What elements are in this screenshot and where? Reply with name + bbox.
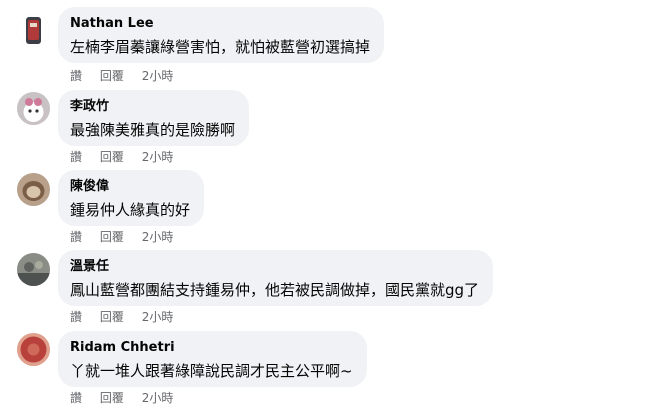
comment-actions: 讚 回覆 2小時 [70,69,173,83]
comment-timestamp[interactable]: 2小時 [142,310,174,324]
comment-actions: 讚 回覆 2小時 [70,230,173,244]
comment-text: 左楠李眉蓁讓綠營害怕，就怕被藍營初選搞掉 [70,38,371,56]
avatar[interactable] [17,92,50,125]
like-button[interactable]: 讚 [70,230,82,244]
comment-bubble: 李政竹 最強陳美雅真的是險勝啊 [58,90,250,146]
like-button[interactable]: 讚 [70,69,82,83]
comment-author[interactable]: 陳俊偉 [70,178,190,195]
comment-timestamp[interactable]: 2小時 [142,230,174,244]
profile-photo-icon [17,253,50,286]
comment-text: 丫就一堆人跟著綠障說民調才民主公平啊~ [70,362,353,380]
like-button[interactable]: 讚 [70,391,82,405]
like-button[interactable]: 讚 [70,150,82,164]
comment-timestamp[interactable]: 2小時 [142,69,174,83]
comment-timestamp[interactable]: 2小時 [142,391,174,405]
comment-actions: 讚 回覆 2小時 [70,391,173,405]
comment-text: 鳳山藍營都團結支持鍾易仲，他若被民調做掉，國民黨就gg了 [70,281,480,299]
comment-actions: 讚 回覆 2小時 [70,310,173,324]
reply-button[interactable]: 回覆 [100,230,124,244]
comment-bubble: Ridam Chhetri 丫就一堆人跟著綠障說民調才民主公平啊~ [58,331,367,387]
comment-bubble: 陳俊偉 鍾易仲人緣真的好 [58,170,205,226]
reply-button[interactable]: 回覆 [100,69,124,83]
avatar[interactable] [17,333,50,366]
comment-author[interactable]: 溫景任 [70,258,479,275]
comment-author[interactable]: Ridam Chhetri [70,339,353,356]
reply-button[interactable]: 回覆 [100,310,124,324]
comment-author[interactable]: Nathan Lee [70,15,370,32]
avatar[interactable] [17,173,50,206]
comment-text: 最強陳美雅真的是險勝啊 [70,121,236,139]
profile-photo-icon [17,14,50,47]
comment-author[interactable]: 李政竹 [70,98,235,115]
comment-bubble: 溫景任 鳳山藍營都團結支持鍾易仲，他若被民調做掉，國民黨就gg了 [58,250,494,306]
profile-photo-icon [17,92,50,125]
reply-button[interactable]: 回覆 [100,391,124,405]
reply-button[interactable]: 回覆 [100,150,124,164]
comment-actions: 讚 回覆 2小時 [70,150,173,164]
like-button[interactable]: 讚 [70,310,82,324]
comment-timestamp[interactable]: 2小時 [142,150,174,164]
profile-photo-icon [17,173,50,206]
profile-photo-icon [17,333,50,366]
avatar[interactable] [17,14,50,47]
avatar[interactable] [17,253,50,286]
comment-text: 鍾易仲人緣真的好 [70,201,191,219]
comment-bubble: Nathan Lee 左楠李眉蓁讓綠營害怕，就怕被藍營初選搞掉 [58,7,385,63]
